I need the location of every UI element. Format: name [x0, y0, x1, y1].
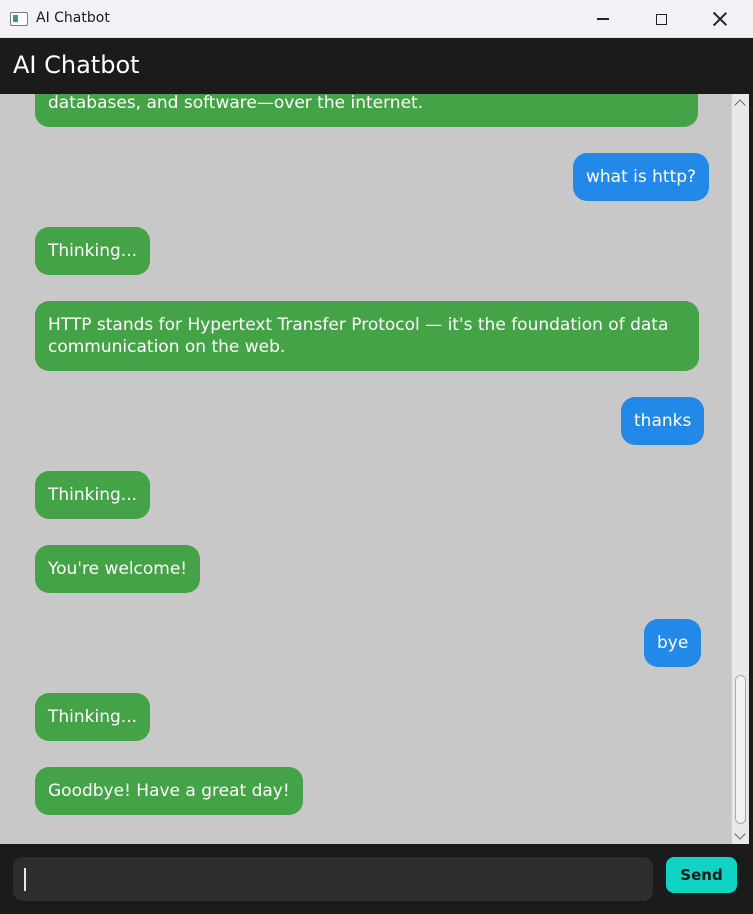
message-text: Thinking...: [48, 485, 138, 505]
chevron-up-icon: [734, 99, 746, 111]
minimize-button[interactable]: [574, 0, 632, 38]
scrollbar-thumb[interactable]: [735, 675, 746, 824]
app-header: AI Chatbot: [0, 38, 753, 94]
text-caret: [24, 868, 26, 891]
maximize-icon: [655, 13, 667, 25]
message-text-line: communication on the web.: [48, 337, 286, 357]
message-text: You're welcome!: [48, 559, 188, 579]
chat-scrollbar[interactable]: [731, 94, 749, 844]
user-message: thanks: [621, 397, 705, 445]
message-text: Goodbye! Have a great day!: [48, 781, 290, 801]
user-message: bye: [644, 619, 702, 667]
bot-message: databases, and software—over the interne…: [35, 94, 698, 127]
window-frame: [749, 38, 753, 914]
window-titlebar: AI Chatbot: [0, 0, 753, 38]
scroll-up-button[interactable]: [734, 98, 746, 111]
close-icon: [713, 12, 727, 26]
scroll-down-button[interactable]: [734, 828, 746, 840]
window-app-icon: [10, 12, 28, 26]
message-text: thanks: [634, 411, 692, 431]
bot-message: Thinking...: [35, 227, 151, 275]
window-title: AI Chatbot: [36, 10, 110, 26]
minimize-icon: [597, 18, 609, 20]
message-text: Thinking...: [48, 707, 138, 727]
page-title: AI Chatbot: [13, 51, 140, 79]
message-input[interactable]: [13, 857, 653, 901]
chevron-down-icon: [734, 828, 746, 840]
bot-message: Thinking...: [35, 471, 151, 519]
input-bar: Send: [0, 844, 749, 914]
message-text: bye: [657, 633, 689, 653]
message-text: Thinking...: [48, 241, 138, 261]
send-button[interactable]: Send: [666, 857, 737, 893]
bot-message: You're welcome!: [35, 545, 201, 593]
message-text: what is http?: [586, 167, 697, 187]
bot-message: HTTP stands for Hypertext Transfer Proto…: [35, 301, 699, 371]
bot-message: Thinking...: [35, 693, 151, 741]
message-text: databases, and software—over the interne…: [48, 94, 424, 113]
message-text-line: HTTP stands for Hypertext Transfer Proto…: [48, 315, 669, 335]
maximize-button[interactable]: [632, 0, 690, 38]
bot-message: Goodbye! Have a great day!: [35, 767, 303, 815]
user-message: what is http?: [573, 153, 710, 201]
chat-history[interactable]: databases, and software—over the interne…: [0, 94, 731, 844]
close-button[interactable]: [691, 0, 749, 38]
